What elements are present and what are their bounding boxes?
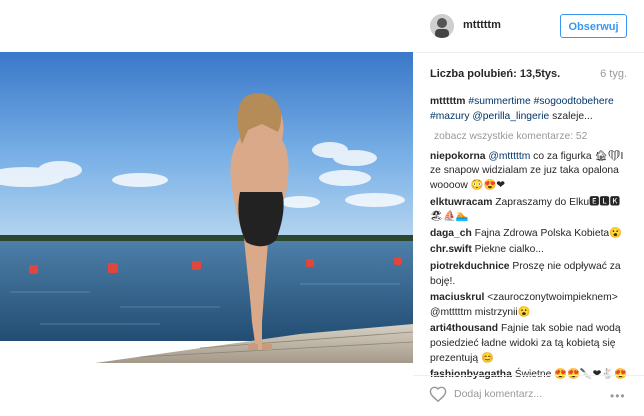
- comment-username[interactable]: daga_ch: [430, 228, 472, 239]
- comment-text: Fajna Zdrowa Polska Kobieta😮: [474, 227, 622, 239]
- comment: piotrekduchnice Proszę nie odpływać za b…: [430, 260, 632, 289]
- likes-count[interactable]: Liczba polubień: 13,5tys.: [430, 68, 560, 80]
- comment-username[interactable]: maciuskrul: [430, 292, 484, 303]
- hashtag-link[interactable]: #sogoodtobehere: [534, 96, 614, 107]
- comment-username[interactable]: niepokorna: [430, 151, 486, 162]
- hashtag-link[interactable]: #mazury: [430, 111, 469, 122]
- follow-button[interactable]: Obserwuj: [560, 14, 627, 38]
- comment-footer: Dodaj komentarz... •••: [413, 375, 644, 416]
- caption-text: szaleje...: [552, 110, 593, 122]
- comment-username[interactable]: arti4thousand: [430, 323, 498, 334]
- comment: niepokorna @mtttttm co za figurka 🏚❤I ze…: [430, 150, 632, 194]
- comment-username[interactable]: elktuwracam: [430, 197, 492, 208]
- mention-link[interactable]: @mtttttm: [488, 151, 530, 162]
- post-time[interactable]: 6 tyg.: [600, 68, 627, 80]
- post-header: mtttttm Obserwuj: [413, 0, 644, 53]
- comment-username[interactable]: chr.swift: [430, 244, 472, 255]
- comment-username[interactable]: piotrekduchnice: [430, 261, 510, 272]
- caption: mtttttm #summertime #sogoodtobehere #maz…: [430, 95, 632, 124]
- caption-username[interactable]: mtttttm: [430, 96, 465, 107]
- comment: maciuskrul <zauroczonytwoimpieknem> @mtt…: [430, 291, 632, 320]
- comment: chr.swift Piekne cialko...: [430, 243, 632, 258]
- post-photo[interactable]: [0, 52, 413, 363]
- avatar[interactable]: [430, 14, 454, 38]
- view-all-comments-link[interactable]: zobacz wszystkie komentarze: 52: [434, 130, 632, 145]
- post-username[interactable]: mtttttm: [463, 19, 501, 31]
- mention-link[interactable]: @perilla_lingerie: [472, 111, 549, 122]
- more-options-icon[interactable]: •••: [610, 389, 626, 403]
- comment: elktuwracam Zapraszamy do Elku🅴🅻🅺🏖⛵🏊: [430, 196, 632, 225]
- add-comment-input[interactable]: Dodaj komentarz...: [454, 388, 542, 400]
- post-panel: mtttttm Obserwuj Liczba polubień: 13,5ty…: [413, 0, 644, 415]
- comment-text: Piekne cialko...: [474, 244, 544, 256]
- comment: arti4thousand Fajnie tak sobie nad wodą …: [430, 322, 632, 366]
- heart-icon[interactable]: [429, 386, 447, 402]
- comment: daga_ch Fajna Zdrowa Polska Kobieta😮: [430, 227, 632, 242]
- comments-list: mtttttm #summertime #sogoodtobehere #maz…: [430, 95, 632, 385]
- photo-scene: [0, 52, 413, 363]
- hashtag-link[interactable]: #summertime: [468, 96, 530, 107]
